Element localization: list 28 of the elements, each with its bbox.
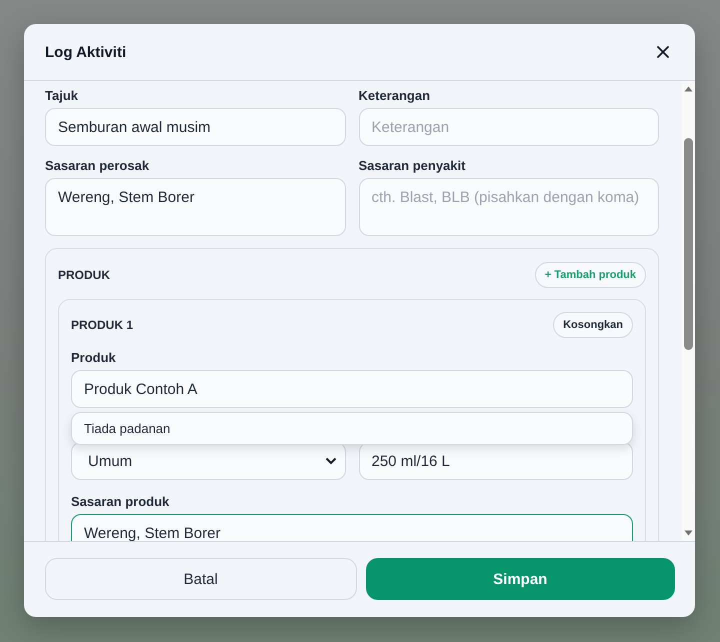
dose-field[interactable]: 250 ml/16 L: [358, 442, 633, 480]
product-field[interactable]: Produk Contoh A: [71, 370, 633, 408]
text-field[interactable]: Keterangan: [358, 108, 659, 146]
product-heading: PRODUK 1: [71, 318, 134, 332]
field-label: Sasaran produk: [71, 494, 170, 509]
scroll-thumb[interactable]: [684, 138, 693, 350]
suggestion-item[interactable]: Tiada padanan: [84, 421, 170, 436]
scroll-up-icon: [684, 86, 693, 92]
text-area[interactable]: cth. Blast, BLB (pisahkan dengan koma): [358, 178, 659, 236]
field-label: Produk: [71, 350, 117, 365]
field-label: Tajuk: [45, 88, 79, 103]
scrollbar[interactable]: [682, 81, 695, 541]
cancel-button[interactable]: Batal: [45, 558, 356, 600]
target-field[interactable]: Wereng, Stem Borer: [71, 514, 633, 541]
close-icon: [657, 46, 669, 58]
text-area[interactable]: Wereng, Stem Borer: [45, 178, 346, 236]
dialog-title: Log Aktiviti: [45, 44, 126, 60]
save-button[interactable]: Simpan: [366, 558, 675, 600]
chevron-down-icon: [324, 457, 336, 465]
scroll-down-icon: [684, 530, 693, 536]
field-label: Keterangan: [358, 88, 432, 103]
field-label: Sasaran penyakit: [358, 158, 466, 173]
category-select[interactable]: Umum: [71, 442, 346, 480]
clear-button[interactable]: Kosongkan: [553, 312, 633, 338]
text-field[interactable]: Semburan awal musim: [45, 108, 346, 146]
field-label: Sasaran perosak: [45, 158, 150, 173]
section-heading: PRODUK: [58, 268, 110, 282]
close-button[interactable]: [655, 44, 671, 60]
